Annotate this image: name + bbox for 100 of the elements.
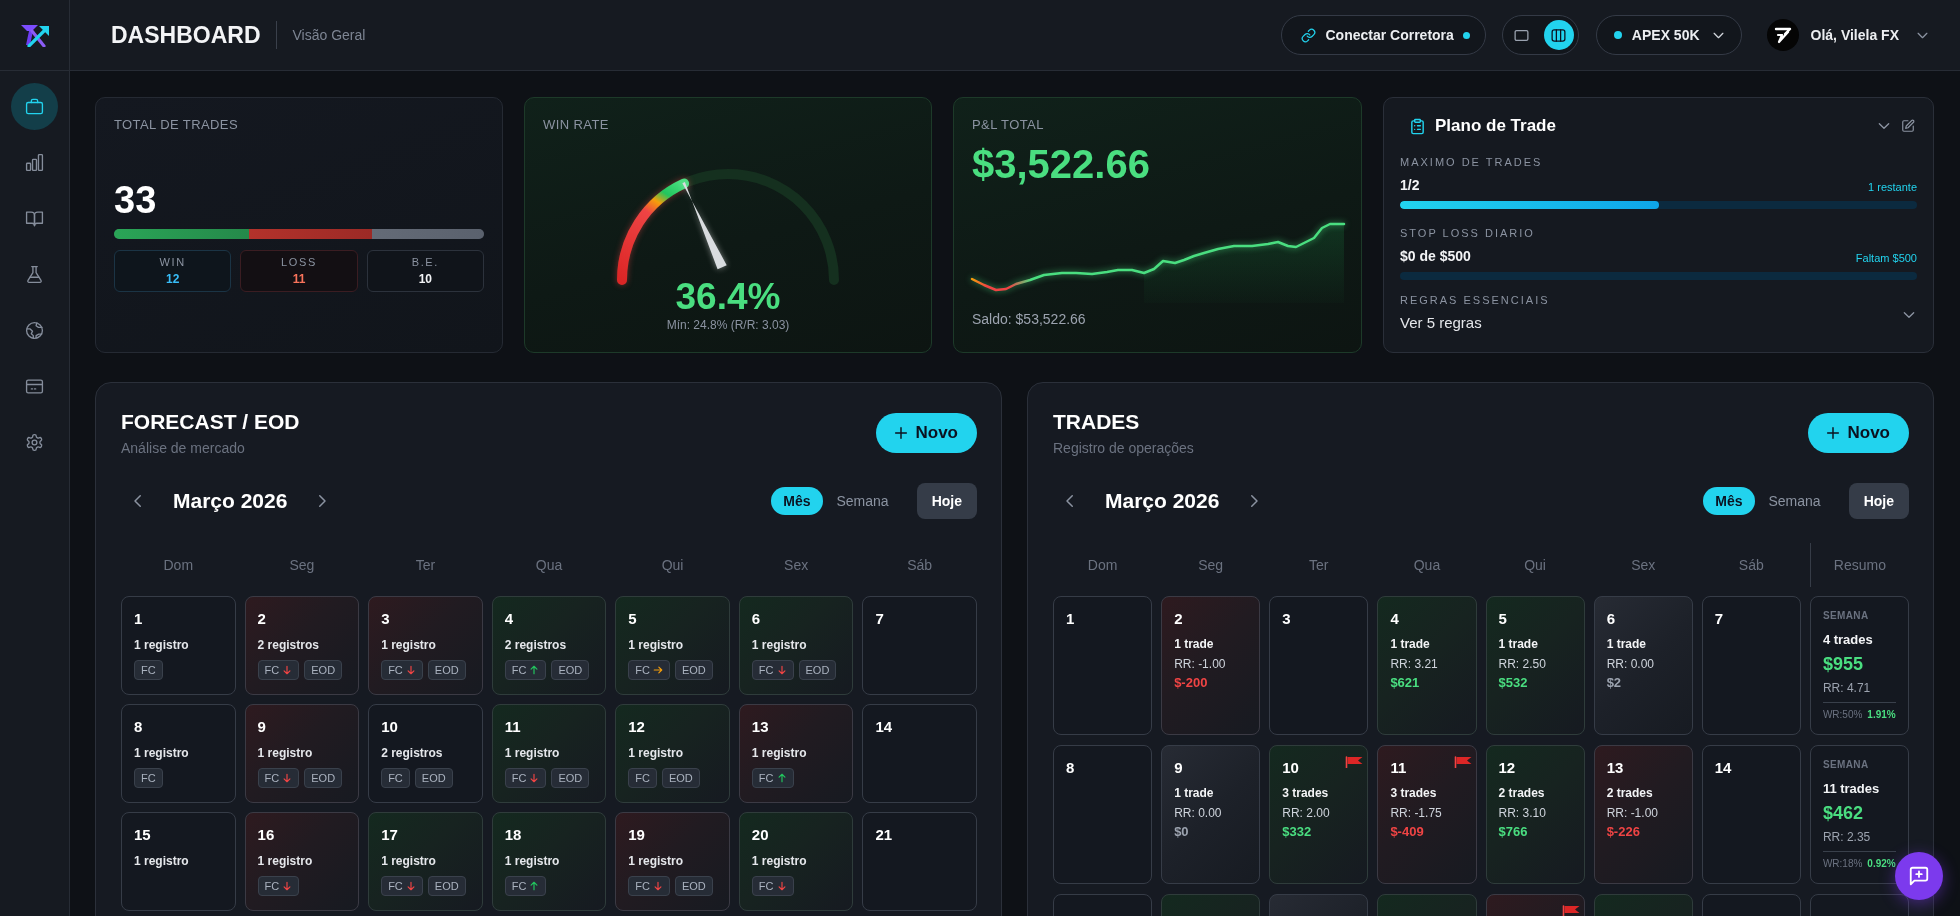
day-cell[interactable]: 7: [862, 596, 977, 695]
day-cell[interactable]: 6 1 trade RR: 0.00 $2: [1593, 596, 1693, 735]
summary-label: SEMANA: [1822, 759, 1869, 771]
record-tag: FC: [628, 768, 657, 788]
balance-text: Saldo: $53,522.66: [972, 310, 1087, 328]
entry-count: 1 registro: [751, 637, 807, 653]
down-arrow-icon: [282, 881, 293, 891]
card-label: WIN RATE: [543, 117, 610, 133]
day-cell[interactable]: 2 2 registros FC EOD: [244, 596, 360, 695]
weekday-label: Sáb: [1738, 557, 1764, 573]
day-cell[interactable]: 19 1 registro FC EOD: [615, 812, 730, 911]
week-summary[interactable]: SEMANA 4 trades $955 RR: 4.71 WR:50% 1.91%: [1809, 596, 1909, 735]
entry-count: 1 registro: [504, 853, 560, 869]
page-title: DASHBOARD: [111, 21, 261, 49]
page-subtitle: Visão Geral: [292, 27, 366, 43]
day-cell[interactable]: 2 1 trade RR: -1.00 $-200: [1161, 596, 1261, 735]
pnl-value: $-409: [1390, 824, 1424, 840]
entry-count: 1 registro: [628, 853, 683, 869]
trade-count: 1 trade: [1174, 785, 1214, 801]
day-number: 16: [257, 826, 275, 844]
day-cell[interactable]: 18 1 registro FC: [491, 812, 607, 911]
entry-count: 2 registros: [504, 637, 567, 653]
day-cell[interactable]: 12 1 registro FC EOD: [615, 704, 730, 803]
day-cell[interactable]: 10 3 trades RR: 2.00 $332: [1269, 745, 1369, 884]
tag-label: FC: [758, 880, 774, 892]
day-cell[interactable]: 14: [862, 704, 977, 803]
pnl-value: $-226: [1606, 824, 1640, 840]
day-cell[interactable]: 5 1 registro FC EOD: [615, 596, 730, 695]
day-cell[interactable]: 9 1 trade RR: 0.00 $0: [1161, 745, 1261, 884]
day-cell[interactable]: 8 1 registro FC: [121, 704, 236, 803]
user-menu-button[interactable]: Olá, Vilela FX: [1766, 19, 1930, 51]
day-cell[interactable]: 16 1 registro FC: [244, 812, 360, 911]
pnl-total-value: $3,522.66: [972, 141, 1151, 187]
day-number: 17: [381, 826, 398, 844]
section-title: FORECAST / EOD: [121, 409, 300, 435]
day-cell[interactable]: 15 1 registro: [121, 812, 236, 911]
day-cell[interactable]: 5 1 trade RR: 2.50 $532: [1485, 596, 1585, 735]
day-cell[interactable]: 1: [1053, 596, 1153, 735]
record-tag: EOD: [674, 876, 713, 896]
globe-icon: [25, 321, 44, 340]
day-cell[interactable]: 9 1 registro FC EOD: [244, 704, 360, 803]
columns-view-button[interactable]: [1543, 20, 1574, 50]
day-cell[interactable]: 12 2 trades RR: 3.10 $766: [1485, 745, 1585, 884]
day-number: 5: [628, 610, 637, 628]
risk-reward: RR: 4.71: [1822, 680, 1871, 696]
sidebar-nav-item[interactable]: [11, 83, 58, 130]
tag-label: FC: [511, 772, 527, 784]
week-summary[interactable]: SEMANA 11 trades $462 RR: 2.35 WR:18% 0.92%: [1809, 745, 1909, 884]
day-number: 3: [1282, 610, 1291, 628]
day-cell[interactable]: 13 1 registro FC: [738, 704, 854, 803]
pnl-value: $955: [1822, 653, 1863, 675]
limit-note: 1 restante: [1868, 180, 1917, 194]
day-cell[interactable]: 3: [1269, 596, 1369, 735]
weekday-label: Dom: [163, 557, 194, 573]
account-selector-button[interactable]: APEX 50K: [1595, 15, 1742, 55]
trade-count: 3 trades: [1282, 785, 1329, 801]
pnl-value: $621: [1390, 675, 1420, 691]
trade-count: 2 trades: [1498, 785, 1545, 801]
day-cell[interactable]: 6 1 registro FC EOD: [738, 596, 854, 695]
record-tag: FC: [134, 768, 163, 788]
card-label: P&L TOTAL: [972, 117, 1045, 133]
new-entry-button[interactable]: Novo: [875, 413, 977, 453]
record-tag: EOD: [661, 768, 700, 788]
day-cell[interactable]: 11 3 trades RR: -1.75 $-409: [1377, 745, 1477, 884]
record-tag: FC: [134, 660, 163, 680]
day-number: 13: [1606, 759, 1624, 777]
day-cell[interactable]: 20 1 registro FC: [738, 812, 854, 911]
record-tag: EOD: [674, 660, 713, 680]
pnl-value: $-200: [1174, 675, 1208, 691]
down-arrow-icon: [405, 881, 416, 891]
today-button[interactable]: Hoje: [1848, 483, 1909, 519]
day-cell[interactable]: 3 1 registro FC EOD: [368, 596, 483, 695]
day-cell[interactable]: 11 1 registro FC EOD: [491, 704, 607, 803]
day-number: 10: [381, 718, 398, 736]
day-cell[interactable]: 14: [1701, 745, 1801, 884]
day-cell[interactable]: 1 1 registro FC: [121, 596, 236, 695]
day-number: 4: [1390, 610, 1399, 628]
weekday-label: Ter: [415, 557, 436, 573]
day-number: 5: [1498, 610, 1507, 628]
day-cell[interactable]: 8: [1053, 745, 1153, 884]
day-cell[interactable]: 10 2 registros FC EOD: [368, 704, 483, 803]
view-tab[interactable]: Mês: [771, 487, 823, 515]
view-tab[interactable]: Semana: [824, 487, 901, 515]
view-tab[interactable]: Mês: [1703, 487, 1755, 515]
day-cell[interactable]: 13 2 trades RR: -1.00 $-226: [1593, 745, 1693, 884]
day-number: 8: [1066, 759, 1075, 777]
rules-link[interactable]: Ver 5 regras: [1400, 314, 1550, 332]
day-cell[interactable]: 4 2 registros FC EOD: [491, 596, 607, 695]
today-button[interactable]: Hoje: [916, 483, 977, 519]
day-cell[interactable]: 21: [862, 812, 977, 911]
edit-icon[interactable]: [1901, 119, 1915, 133]
connect-broker-button[interactable]: Conectar Corretora: [1281, 15, 1486, 55]
view-tab[interactable]: Semana: [1756, 487, 1833, 515]
day-number: 7: [875, 610, 884, 628]
new-entry-button[interactable]: Novo: [1807, 413, 1909, 453]
day-cell[interactable]: 7: [1701, 596, 1801, 735]
win-rate-value: 36.4%: [674, 278, 782, 316]
view-toggle[interactable]: [1501, 15, 1579, 55]
day-cell[interactable]: 4 1 trade RR: 3.21 $621: [1377, 596, 1477, 735]
day-cell[interactable]: 17 1 registro FC EOD: [368, 812, 483, 911]
